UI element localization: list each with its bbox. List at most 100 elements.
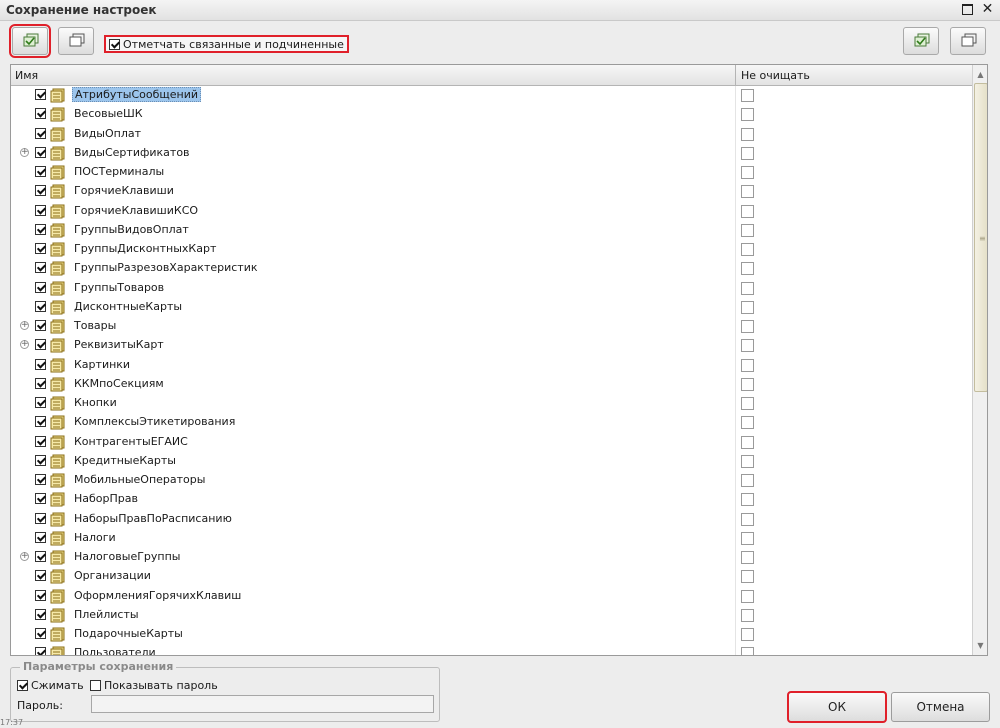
no-clear-checkbox[interactable] xyxy=(741,397,754,410)
row-checkbox[interactable] xyxy=(35,628,46,639)
table-row[interactable]: ПОСТерминалы xyxy=(11,163,971,182)
no-clear-checkbox[interactable] xyxy=(741,589,754,603)
row-checkbox[interactable] xyxy=(35,531,46,543)
table-row[interactable]: Пользователи xyxy=(11,644,971,655)
no-clear-checkbox[interactable] xyxy=(741,608,754,622)
table-row[interactable]: + ВидыСертификатов xyxy=(11,144,971,163)
row-checkbox[interactable] xyxy=(35,89,46,100)
table-row[interactable]: Кнопки xyxy=(11,394,971,413)
row-checkbox[interactable] xyxy=(35,262,46,274)
no-clear-checkbox[interactable] xyxy=(741,358,754,372)
table-row[interactable]: ККМпоСекциям xyxy=(11,375,971,394)
no-clear-checkbox[interactable] xyxy=(741,127,754,141)
table-row[interactable]: ГруппыРазрезовХарактеристик xyxy=(11,259,971,278)
table-row[interactable]: + НалоговыеГруппы xyxy=(11,548,971,567)
no-clear-checkbox[interactable] xyxy=(741,377,754,391)
uncheck-all-button-right[interactable] xyxy=(950,27,986,55)
ok-button[interactable]: ОК xyxy=(787,691,887,723)
table-row[interactable]: + Товары xyxy=(11,317,971,336)
no-clear-checkbox[interactable] xyxy=(741,281,754,295)
check-all-button-right[interactable] xyxy=(903,27,939,55)
expand-icon[interactable]: + xyxy=(20,321,29,330)
row-checkbox[interactable] xyxy=(35,166,46,177)
table-row[interactable]: Плейлисты xyxy=(11,606,971,625)
no-clear-checkbox[interactable] xyxy=(741,416,754,430)
link-related-checkbox[interactable]: Отметчать связанные и подчиненные xyxy=(104,35,349,53)
table-row[interactable]: ОформленияГорячихКлавиш xyxy=(11,587,971,606)
row-checkbox[interactable] xyxy=(35,185,46,197)
vertical-scrollbar[interactable]: ▲ ≡ ▼ xyxy=(972,65,987,655)
table-row[interactable]: Организации xyxy=(11,567,971,586)
row-checkbox[interactable] xyxy=(35,589,46,601)
no-clear-checkbox[interactable] xyxy=(741,89,754,102)
table-row[interactable]: ВесовыеШК xyxy=(11,105,971,124)
row-checkbox[interactable] xyxy=(35,397,46,408)
row-checkbox[interactable] xyxy=(35,512,46,524)
no-clear-checkbox[interactable] xyxy=(741,454,754,468)
row-checkbox[interactable] xyxy=(35,570,46,582)
no-clear-checkbox[interactable] xyxy=(741,300,754,314)
link-related-checkbox-box[interactable] xyxy=(109,38,120,50)
row-checkbox[interactable] xyxy=(35,127,46,139)
column-header-no-clear[interactable]: Не очищать xyxy=(741,69,810,82)
row-checkbox[interactable] xyxy=(35,281,46,293)
row-checkbox[interactable] xyxy=(35,435,46,447)
no-clear-checkbox[interactable] xyxy=(741,531,754,545)
row-checkbox[interactable] xyxy=(35,108,46,120)
table-row[interactable]: ГруппыДисконтныхКарт xyxy=(11,240,971,259)
row-checkbox[interactable] xyxy=(35,454,46,466)
table-row[interactable]: МобильныеОператоры xyxy=(11,471,971,490)
no-clear-checkbox[interactable] xyxy=(741,339,754,353)
column-header-name[interactable]: Имя xyxy=(15,69,38,82)
no-clear-checkbox[interactable] xyxy=(741,570,754,584)
expand-icon[interactable]: + xyxy=(20,552,29,561)
no-clear-checkbox[interactable] xyxy=(741,146,754,160)
no-clear-checkbox[interactable] xyxy=(741,223,754,237)
table-row[interactable]: АтрибутыСообщений xyxy=(11,86,971,105)
row-checkbox[interactable] xyxy=(35,339,46,351)
row-checkbox[interactable] xyxy=(35,358,46,370)
maximize-icon[interactable] xyxy=(961,3,974,16)
row-checkbox[interactable] xyxy=(35,416,46,428)
no-clear-checkbox[interactable] xyxy=(741,551,754,564)
scroll-down-icon[interactable]: ▼ xyxy=(973,638,987,653)
table-row[interactable]: КомплексыЭтикетирования xyxy=(11,413,971,432)
close-icon[interactable]: ✕ xyxy=(981,2,994,16)
table-row[interactable]: НаборыПравПоРасписанию xyxy=(11,510,971,529)
compress-checkbox[interactable]: Сжимать xyxy=(17,679,84,692)
row-checkbox[interactable] xyxy=(35,647,46,655)
table-row[interactable]: ГорячиеКлавишиКСО xyxy=(11,202,971,221)
row-checkbox[interactable] xyxy=(35,474,46,485)
no-clear-checkbox[interactable] xyxy=(741,185,754,199)
row-checkbox[interactable] xyxy=(35,204,46,216)
table-row[interactable]: Картинки xyxy=(11,356,971,375)
check-all-button[interactable] xyxy=(9,24,51,58)
table-row[interactable]: НаборПрав xyxy=(11,490,971,509)
row-checkbox[interactable] xyxy=(35,377,46,389)
table-row[interactable]: ГруппыВидовОплат xyxy=(11,221,971,240)
no-clear-checkbox[interactable] xyxy=(741,262,754,276)
row-checkbox[interactable] xyxy=(35,320,46,331)
table-row[interactable]: ГорячиеКлавиши xyxy=(11,182,971,201)
row-checkbox[interactable] xyxy=(35,300,46,312)
cancel-button[interactable]: Отмена xyxy=(891,692,990,722)
table-row[interactable]: ПодарочныеКарты xyxy=(11,625,971,644)
no-clear-checkbox[interactable] xyxy=(741,204,754,218)
no-clear-checkbox[interactable] xyxy=(741,512,754,526)
expand-icon[interactable]: + xyxy=(20,340,29,350)
row-checkbox[interactable] xyxy=(35,243,46,254)
no-clear-checkbox[interactable] xyxy=(741,647,754,655)
no-clear-checkbox[interactable] xyxy=(741,493,754,507)
no-clear-checkbox[interactable] xyxy=(741,320,754,333)
row-checkbox[interactable] xyxy=(35,551,46,562)
row-checkbox[interactable] xyxy=(35,146,46,158)
table-row[interactable]: КонтрагентыЕГАИС xyxy=(11,433,971,452)
column-divider[interactable] xyxy=(735,65,736,85)
password-field[interactable] xyxy=(91,695,434,713)
expand-icon[interactable]: + xyxy=(20,147,29,157)
uncheck-all-button[interactable] xyxy=(58,27,94,55)
table-row[interactable]: ДисконтныеКарты xyxy=(11,298,971,317)
show-password-checkbox-box[interactable] xyxy=(90,680,101,691)
table-row[interactable]: ГруппыТоваров xyxy=(11,279,971,298)
no-clear-checkbox[interactable] xyxy=(741,166,754,179)
